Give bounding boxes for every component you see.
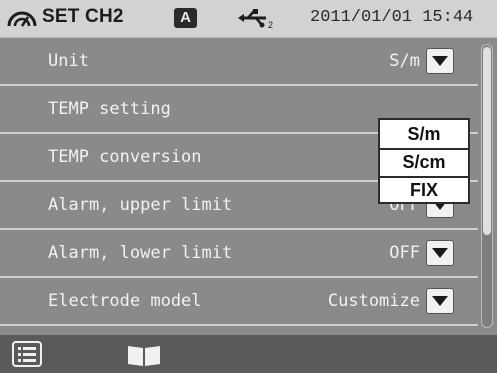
setting-row-unit[interactable]: Unit S/m (0, 38, 478, 86)
dropdown-button[interactable] (426, 48, 454, 74)
scrollbar-thumb[interactable] (483, 47, 491, 235)
datetime-display: 2011/01/01 15:44 (310, 8, 474, 27)
header-bar: SET CH2 A 2 2011/01/01 15:44 (0, 0, 497, 38)
menu-option-s-per-m[interactable]: S/m (380, 120, 468, 148)
setting-label: TEMP setting (48, 99, 171, 119)
footer-bar (0, 335, 497, 373)
list-icon[interactable] (12, 341, 42, 367)
setting-value: OFF (389, 243, 420, 263)
setting-row-electrode-model[interactable]: Electrode model Customize (0, 278, 478, 326)
setting-label: Alarm, lower limit (48, 243, 233, 263)
page-title: SET CH2 (42, 6, 124, 27)
scrollbar[interactable] (481, 44, 493, 328)
setting-value: S/m (389, 51, 420, 71)
dropdown-button[interactable] (426, 240, 454, 266)
book-icon[interactable] (126, 343, 162, 367)
unit-dropdown-menu: S/m S/cm FIX (378, 118, 470, 204)
setting-label: Electrode model (48, 291, 202, 311)
setting-value: Customize (327, 291, 420, 311)
setting-label: Alarm, upper limit (48, 195, 233, 215)
mode-badge: A (174, 8, 197, 28)
menu-option-s-per-cm[interactable]: S/cm (380, 148, 468, 176)
channel-icon (7, 11, 37, 27)
chevron-down-icon (432, 56, 448, 66)
chevron-down-icon (432, 296, 448, 306)
setting-label: TEMP conversion (48, 147, 202, 167)
menu-option-fix[interactable]: FIX (380, 176, 468, 204)
setting-label: Unit (48, 51, 89, 71)
svg-text:2: 2 (268, 20, 273, 30)
chevron-down-icon (432, 248, 448, 258)
setting-row-alarm-lower[interactable]: Alarm, lower limit OFF (0, 230, 478, 278)
usb-icon: 2 (238, 9, 273, 30)
dropdown-button[interactable] (426, 288, 454, 314)
